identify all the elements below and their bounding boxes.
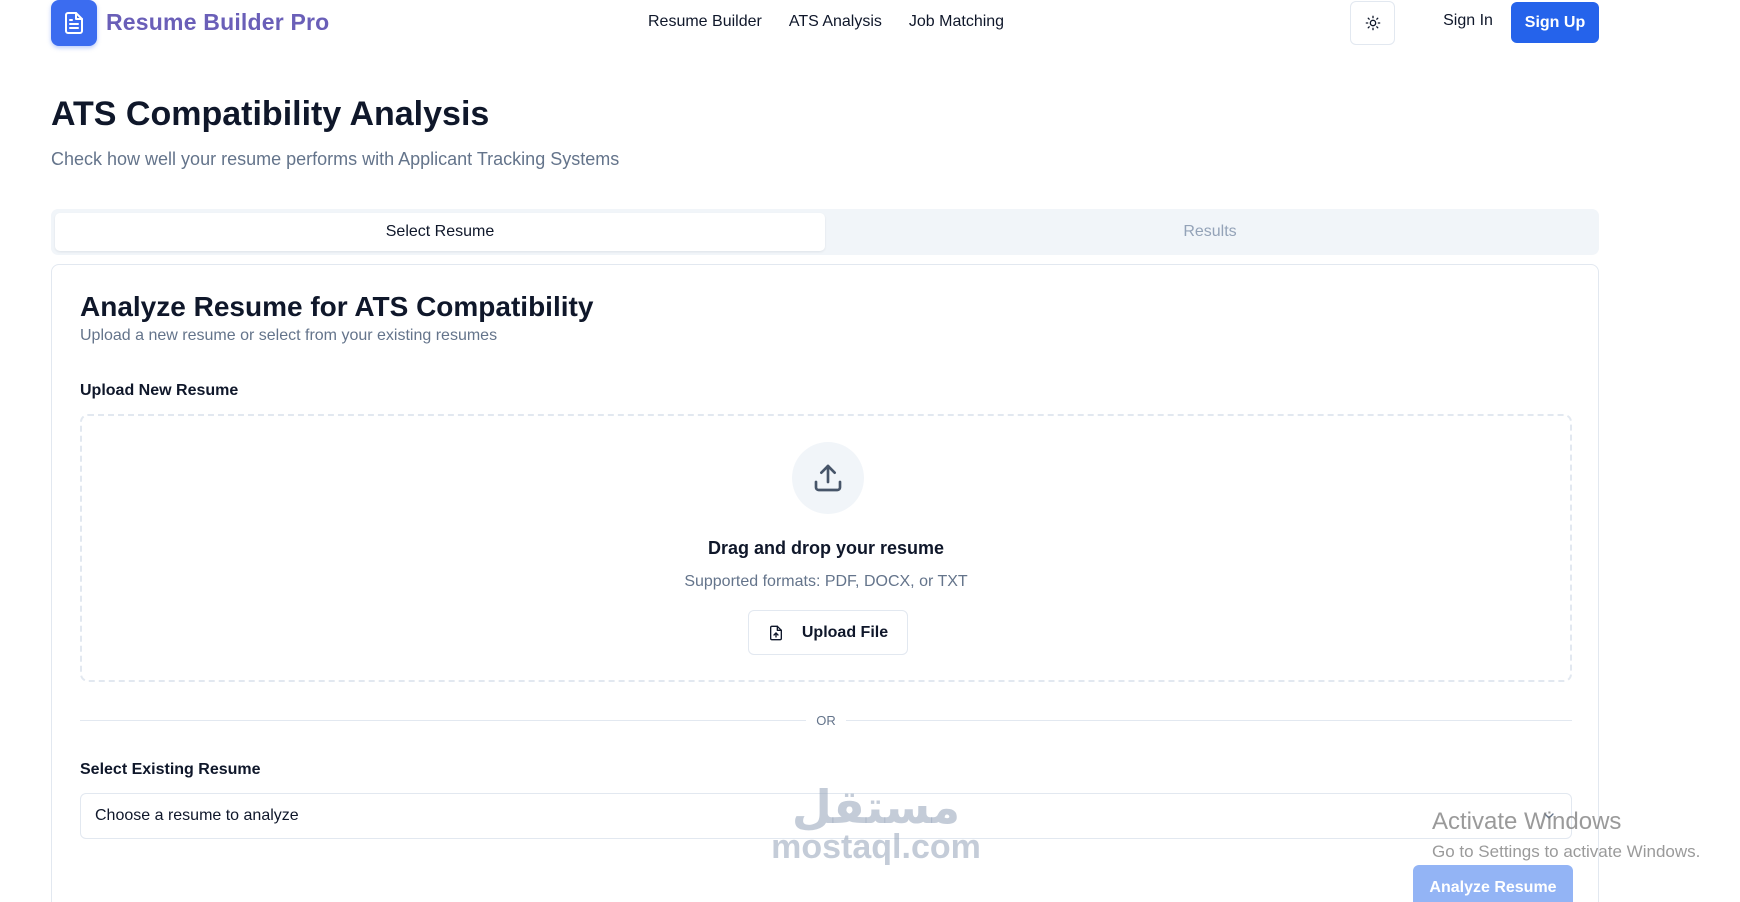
windows-activation-notice: Activate Windows Go to Settings to activ… xyxy=(1432,808,1700,862)
dropzone-title: Drag and drop your resume xyxy=(707,538,945,558)
watermark-english: mostaql.com xyxy=(771,828,981,866)
file-plus-icon xyxy=(769,625,782,640)
card-description: Upload a new resume or select from your … xyxy=(80,327,498,344)
resume-dropzone[interactable]: Drag and drop your resume Supported form… xyxy=(80,414,1572,682)
document-icon xyxy=(65,12,83,34)
watermark-arabic: مستقل xyxy=(791,781,961,833)
or-divider: OR xyxy=(80,711,1572,731)
activation-subtitle: Go to Settings to activate Windows. xyxy=(1432,842,1701,861)
upload-file-button[interactable]: Upload File xyxy=(748,610,908,655)
header: Resume Builder Pro Resume Builder ATS An… xyxy=(0,0,1740,46)
upload-file-label: Upload File xyxy=(801,623,889,641)
logo[interactable] xyxy=(51,0,97,46)
tab-results[interactable]: Results xyxy=(825,213,1595,251)
upload-icon-circle xyxy=(792,442,864,514)
tab-list: Select Resume Results xyxy=(51,209,1599,255)
analyze-resume-button[interactable]: Analyze Resume xyxy=(1413,865,1573,902)
theme-toggle-button[interactable] xyxy=(1350,1,1395,45)
divider-line-right xyxy=(846,720,1572,721)
watermark: مستقل mostaql.com xyxy=(768,781,984,866)
main-nav: Resume Builder ATS Analysis Job Matching xyxy=(648,13,1004,31)
sign-up-button[interactable]: Sign Up xyxy=(1511,2,1599,43)
tab-select-resume[interactable]: Select Resume xyxy=(55,213,825,251)
page-subtitle: Check how well your resume performs with… xyxy=(51,149,620,169)
page: Resume Builder Pro Resume Builder ATS An… xyxy=(0,0,1740,902)
upload-icon xyxy=(814,464,842,492)
activation-title: Activate Windows xyxy=(1432,808,1622,835)
nav-ats-analysis[interactable]: ATS Analysis xyxy=(789,13,882,31)
sun-icon xyxy=(1365,15,1380,31)
nav-job-matching[interactable]: Job Matching xyxy=(909,13,1004,31)
brand-name[interactable]: Resume Builder Pro xyxy=(106,9,329,36)
resume-select-value: Choose a resume to analyze xyxy=(95,807,299,824)
dropzone-formats: Supported formats: PDF, DOCX, or TXT xyxy=(684,573,968,590)
sign-in-button[interactable]: Sign In xyxy=(1418,12,1518,30)
card-title: Analyze Resume for ATS Compatibility xyxy=(80,291,594,322)
nav-resume-builder[interactable]: Resume Builder xyxy=(648,13,762,31)
upload-label: Upload New Resume xyxy=(80,382,239,399)
existing-resume-label: Select Existing Resume xyxy=(80,761,261,778)
page-title: ATS Compatibility Analysis xyxy=(51,95,490,133)
